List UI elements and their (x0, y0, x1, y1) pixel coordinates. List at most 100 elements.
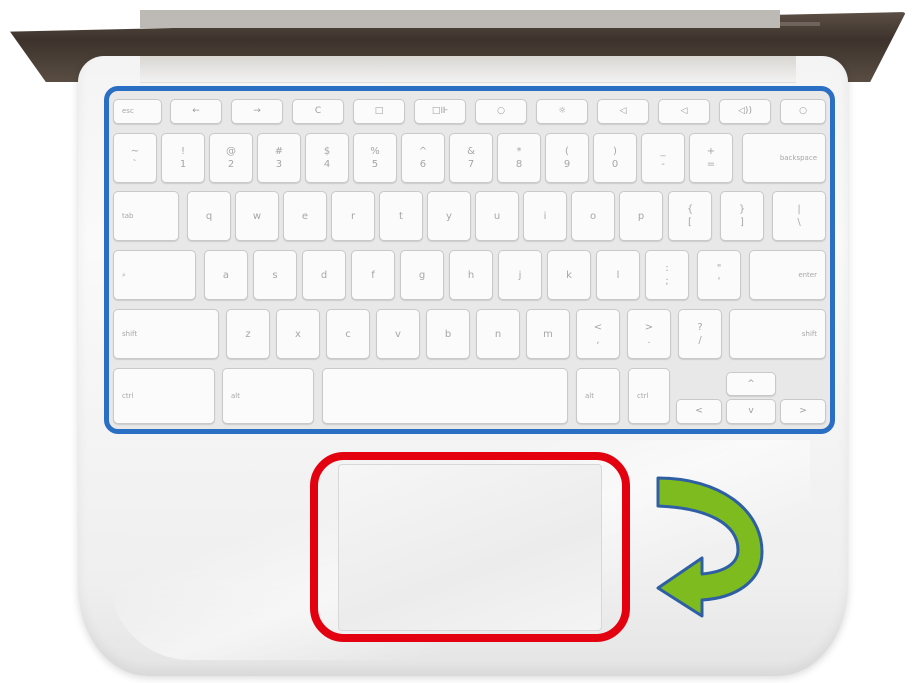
key-bracket-left-top: { (686, 204, 694, 215)
key-period-bottom: . (647, 335, 651, 346)
key-letter-label: p (637, 210, 645, 222)
key-r[interactable]: r (331, 191, 375, 241)
key-backslash-top: | (797, 204, 801, 215)
key-forward[interactable]: → (231, 99, 283, 124)
key-m[interactable]: m (526, 309, 570, 359)
search-icon: ⌕ (122, 270, 126, 279)
mute-icon: ◁ (619, 106, 627, 116)
key-reload[interactable]: C (292, 99, 344, 124)
key-number-9[interactable]: (9 (545, 133, 589, 183)
key-ctrl-right[interactable]: ctrl (628, 368, 670, 424)
key-alt-left[interactable]: alt (222, 368, 314, 424)
key-search[interactable]: ⌕ (113, 250, 196, 300)
touchpad-highlight (310, 452, 630, 642)
key-arrow-right[interactable]: > (780, 399, 826, 424)
key-semicolon[interactable]: :; (645, 250, 689, 300)
key-number-top: % (370, 146, 380, 157)
key-h[interactable]: h (449, 250, 493, 300)
key-semicolon-top: : (665, 263, 669, 274)
key-number-top: + (706, 146, 716, 157)
key-brightness-down[interactable]: ○ (475, 99, 527, 124)
key-t[interactable]: t (379, 191, 423, 241)
key-number-0[interactable]: ~ ` (113, 133, 157, 183)
key-u[interactable]: u (475, 191, 519, 241)
key-switch-window[interactable]: □⊪ (414, 99, 466, 124)
key-enter[interactable]: enter (749, 250, 826, 300)
key-space[interactable] (322, 368, 568, 424)
key-power[interactable]: ○ (780, 99, 826, 124)
key-c[interactable]: c (326, 309, 370, 359)
key-shift-right[interactable]: shift (729, 309, 826, 359)
key-number-7[interactable]: & 7 (449, 133, 493, 183)
key-number-bottom: - (661, 159, 665, 170)
key-l[interactable]: l (596, 250, 640, 300)
key-number-4[interactable]: $4 (305, 133, 349, 183)
key-number-3[interactable]: #3 (257, 133, 301, 183)
volume-up-icon: ◁)) (738, 106, 752, 116)
key-number-top: $ (323, 146, 331, 157)
key-ctrl-left[interactable]: ctrl (113, 368, 215, 424)
key-e[interactable]: e (283, 191, 327, 241)
key-arrow-up[interactable]: ^ (726, 372, 776, 396)
key-letter-label: j (518, 269, 522, 281)
key-number-top: _ (660, 146, 666, 157)
key-k[interactable]: k (547, 250, 591, 300)
key-y[interactable]: y (427, 191, 471, 241)
key-s[interactable]: s (253, 250, 297, 300)
key-volume-up[interactable]: ◁)) (719, 99, 771, 124)
key-x[interactable]: x (276, 309, 320, 359)
key-semicolon-bottom: ; (665, 276, 669, 287)
key-quote-bottom: ' (717, 276, 721, 287)
key-number-2[interactable]: @2 (209, 133, 253, 183)
arrow-down-icon: v (748, 406, 754, 416)
key-backslash[interactable]: | \ (772, 191, 826, 241)
key-bracket-right[interactable]: }] (720, 191, 764, 241)
key-a[interactable]: a (204, 250, 248, 300)
key-z[interactable]: z (226, 309, 270, 359)
key-p[interactable]: p (619, 191, 663, 241)
key-volume-down[interactable]: ◁ (658, 99, 710, 124)
key-bracket-left[interactable]: {[ (668, 191, 712, 241)
key-tab[interactable]: tab (113, 191, 179, 241)
key-backslash-bottom: \ (797, 217, 801, 228)
key-period-top: > (644, 322, 654, 333)
key-letter-label: x (295, 328, 301, 340)
key-j[interactable]: j (498, 250, 542, 300)
key-esc[interactable]: esc (113, 99, 162, 124)
key-slash[interactable]: ? / (678, 309, 722, 359)
key-number-6[interactable]: ^ 6 (401, 133, 445, 183)
key-d[interactable]: d (302, 250, 346, 300)
power-icon: ○ (799, 106, 807, 116)
key-comma-top: < (593, 322, 603, 333)
key-quote[interactable]: " ' (697, 250, 741, 300)
key-number-8[interactable]: * 8 (497, 133, 541, 183)
key-arrow-down[interactable]: v (726, 399, 776, 424)
key-number-5[interactable]: % 5 (353, 133, 397, 183)
key-backspace[interactable]: backspace (742, 133, 826, 183)
key-f[interactable]: f (351, 250, 395, 300)
key-b[interactable]: b (426, 309, 470, 359)
key-alt-right[interactable]: alt (576, 368, 620, 424)
key-o[interactable]: o (571, 191, 615, 241)
key-number-10[interactable]: ) 0 (593, 133, 637, 183)
key-i[interactable]: i (523, 191, 567, 241)
key-mute[interactable]: ◁ (597, 99, 649, 124)
key-v[interactable]: v (376, 309, 420, 359)
key-back[interactable]: ← (170, 99, 222, 124)
key-comma[interactable]: <, (576, 309, 620, 359)
key-w[interactable]: w (235, 191, 279, 241)
key-number-1[interactable]: ! 1 (161, 133, 205, 183)
key-bracket-right-top: } (738, 204, 746, 215)
key-letter-label: l (616, 269, 620, 281)
key-g[interactable]: g (400, 250, 444, 300)
key-brightness-up[interactable]: ☼ (536, 99, 588, 124)
key-letter-label: t (399, 210, 403, 222)
key-number-11[interactable]: _ - (641, 133, 685, 183)
key-period[interactable]: >. (627, 309, 671, 359)
key-number-12[interactable]: + = (689, 133, 733, 183)
key-q[interactable]: q (187, 191, 231, 241)
key-shift-left[interactable]: shift (113, 309, 219, 359)
key-fullscreen[interactable]: □ (353, 99, 405, 124)
key-arrow-left[interactable]: < (676, 399, 722, 424)
key-n[interactable]: n (476, 309, 520, 359)
